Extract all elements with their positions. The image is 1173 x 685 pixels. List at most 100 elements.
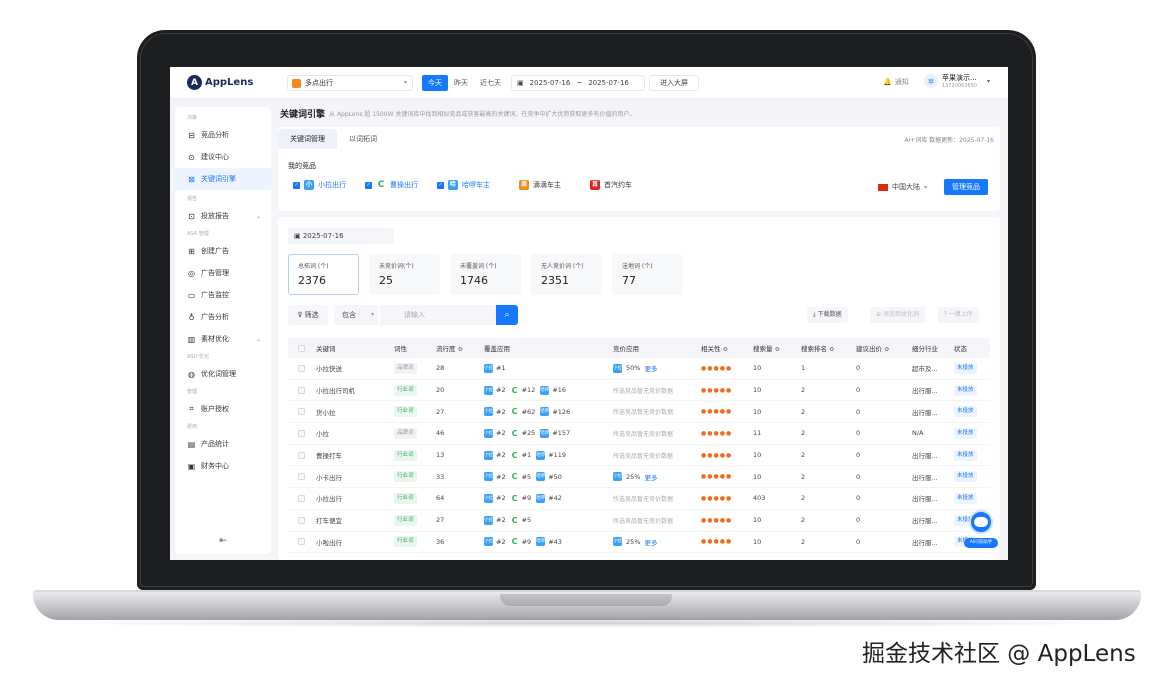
status-cell: 未投放 — [954, 406, 990, 418]
popularity-cell: 27 — [436, 407, 445, 416]
manage-competitors-button[interactable]: 管理竞品 — [944, 179, 988, 195]
bid-app-cell: 所选竞品暂无竞价数据 — [613, 451, 701, 460]
checkbox[interactable] — [298, 386, 305, 394]
checkbox[interactable] — [298, 364, 305, 372]
sidebar-item-label: 关键词引擎 — [201, 175, 236, 183]
checkbox[interactable] — [298, 451, 305, 459]
stat-value: 25 — [379, 274, 393, 287]
big-screen-button[interactable]: 进入大屏 — [649, 75, 699, 91]
column-header[interactable]: 流行度 ≎ — [436, 343, 484, 353]
sidebar-item-label: 广告分析 — [201, 313, 229, 321]
search-button[interactable]: ⌕ — [496, 305, 518, 325]
ai-assistant-button[interactable]: AI问答助手 — [964, 510, 998, 552]
download-button[interactable]: ⤓ 下载数据 — [807, 307, 848, 323]
column-header[interactable]: 相关性 ≎ — [701, 343, 753, 353]
logo[interactable]: A AppLens — [187, 75, 253, 90]
coverage-cell: 小拉 #2 C #9 哈啰 #43 — [484, 537, 613, 547]
competitor-item[interactable]: 滴滴滴车主 — [514, 177, 569, 193]
more-link[interactable]: 更多 — [644, 537, 657, 547]
sidebar-item-product-stats[interactable]: ▤ 产品统计 — [175, 433, 271, 455]
filter-button[interactable]: ⊽ 筛选 — [288, 305, 328, 325]
add-to-optimize-button[interactable]: ⊕ 添加到优化词 — [870, 307, 925, 323]
sidebar-item-finance-center[interactable]: ▣ 财务中心 — [175, 455, 271, 477]
sidebar-item-ad-monitor[interactable]: ▭ 广告监控 — [175, 284, 271, 306]
suggested-bid-cell: 0 — [856, 537, 861, 546]
search-rank-cell: 1 — [801, 364, 806, 373]
keyword-cell: 小拉快送 — [316, 365, 342, 374]
app-icon: C — [511, 407, 518, 417]
table-row[interactable]: 小拉 品牌词 46 小拉 #2 C #25 哈啰 #157 所选竞品暂无竞价数据 ●●●●● 11 2 0… — [288, 423, 990, 445]
sidebar-item-competitor-analysis[interactable]: ⊟ 竞品分析 — [175, 124, 271, 146]
table-row[interactable]: 曹操打车 行业词 13 小拉 #2 C #1 哈啰 #119 所选竞品暂无竞价数据 ●●●●● 10 2… — [288, 445, 990, 467]
stat-nobid[interactable]: 无人竞价词 (个) 2351 — [531, 254, 602, 295]
checkbox[interactable] — [298, 408, 305, 416]
date-tab-today[interactable]: 今天 — [422, 75, 448, 91]
sidebar-item-delivery-report[interactable]: ⊡ 投放报告 ⌄ — [175, 205, 271, 227]
sidebar-item-ad-analysis[interactable]: ♁ 广告分析 — [175, 306, 271, 328]
checkbox[interactable] — [298, 344, 305, 352]
table-row[interactable]: 打车便宜 行业词 27 小拉 #2 C #5 所选竞品暂无竞价数据 ●●●●● 10 2 0 出行服..… — [288, 510, 990, 532]
checkbox[interactable] — [298, 538, 305, 546]
type-cell: 行业词 — [394, 492, 436, 504]
region-select[interactable]: 中国大陆 ▾ — [874, 179, 936, 195]
notification-button[interactable]: 🔔 通知 — [883, 77, 909, 87]
stat-lowland[interactable]: 洼地词 (个) 77 — [612, 254, 683, 295]
sidebar-item-optimize-words[interactable]: ◍ 优化词管理 — [175, 363, 271, 385]
checkbox[interactable] — [298, 473, 305, 481]
type-tag: 行业词 — [394, 406, 417, 418]
app-icon: 小拉 — [613, 472, 622, 482]
tab-keyword-management[interactable]: 关键词管理 — [278, 129, 337, 149]
date-tab-yesterday[interactable]: 昨天 — [448, 75, 474, 91]
stat-uncovered[interactable]: 未覆盖词 (个) 1746 — [450, 254, 521, 295]
stat-total[interactable]: 总拓词 (个) 2376 — [288, 254, 359, 295]
column-header[interactable]: 搜索量 ≎ — [753, 343, 801, 353]
app-icon: 哈啰 — [448, 180, 458, 198]
optimize-icon: ◍ — [188, 369, 195, 379]
tab-expand-keywords[interactable]: 以词拓词 — [337, 129, 389, 149]
sidebar-item-label: 竞品分析 — [201, 131, 229, 139]
sidebar-item-create-ad[interactable]: ⊞ 创建广告 — [175, 240, 271, 262]
no-bid-data: 所选竞品暂无竞价数据 — [613, 387, 674, 395]
competitor-item[interactable]: ✓ 小拉 小拉出行 — [288, 177, 354, 198]
one-click-upload-button[interactable]: ⤒ 一键上传 — [938, 307, 979, 323]
column-header[interactable]: 建议出价 ≎ — [856, 343, 912, 353]
suggested-bid-cell: 0 — [856, 429, 861, 438]
table-row[interactable]: 小拉出行 行业词 64 小拉 #2 C #9 哈啰 #42 所选竞品暂无竞价数据 ●●●●● 403 2… — [288, 488, 990, 510]
competitor-item[interactable]: ✓ C 曹操出行 — [360, 177, 426, 193]
more-link[interactable]: 更多 — [644, 472, 657, 482]
app-select[interactable]: 多点出行 ▾ — [287, 75, 413, 91]
search-input[interactable]: 请输入 — [380, 305, 496, 325]
competitor-item[interactable]: 首首汽约车 — [585, 177, 640, 193]
sidebar-item-account-auth[interactable]: ⌗ 账户授权 — [175, 398, 271, 420]
type-cell: 行业词 — [394, 384, 436, 396]
collapse-icon[interactable]: ⇤ — [175, 536, 271, 546]
user-menu[interactable]: 苹 苹果演示... 13720063650 ▾ — [924, 73, 990, 89]
column-header: 竞价应用 — [613, 345, 639, 353]
app-rank: 哈啰 #50 — [536, 472, 562, 482]
date-picker[interactable]: ▣ 2025-07-16 — [288, 228, 394, 244]
checkbox[interactable] — [298, 429, 305, 437]
coverage-cell: 小拉 #2 C #9 哈啰 #42 — [484, 493, 613, 503]
checkbox[interactable] — [298, 494, 305, 502]
sidebar-item-suggestion-center[interactable]: ⊙ 建议中心 — [175, 146, 271, 168]
table-row[interactable]: 小卡出行 行业词 33 小拉 #2 C #5 哈啰 #50 小拉 25% 更多 ●●●●● 10 2 0 出行服… — [288, 466, 990, 489]
type-tag: 行业词 — [394, 536, 417, 548]
competitor-item[interactable]: ✓ 哈啰 哈啰车主 — [432, 177, 498, 198]
search-volume-cell: 10 — [753, 451, 762, 460]
table-row[interactable]: 货小拉 行业词 27 小拉 #2 C #62 哈啰 #126 所选竞品暂无竞价数据 ●●●●● 10 2… — [288, 401, 990, 424]
sidebar-item-material-optimize[interactable]: ▥ 素材优化 ⌄ — [175, 328, 271, 350]
table-row[interactable]: 小啦出行 行业词 36 小拉 #2 C #9 哈啰 #43 小拉 25% 更多 ●●●●● 10 2 0 出行服… — [288, 532, 990, 554]
date-range-picker[interactable]: ▣ 2025-07-16 ~ 2025-07-16 — [511, 75, 645, 91]
sidebar-item-ad-management[interactable]: ◎ 广告管理 — [175, 262, 271, 284]
table-row[interactable]: 小拉出行司机 行业词 20 小拉 #2 C #12 哈啰 #16 所选竞品暂无竞价数据 ●●●●● 1… — [288, 380, 990, 402]
search-rank-cell: 2 — [801, 516, 806, 525]
stat-unbid[interactable]: 未竞价词(个) 25 — [369, 254, 440, 295]
checkbox[interactable] — [298, 516, 305, 524]
sidebar-item-keyword-engine[interactable]: ⊠ 关键词引擎 — [175, 168, 271, 190]
date-tab-7days[interactable]: 近七天 — [474, 75, 507, 91]
table-row[interactable]: 小拉快送 品牌词 28 小拉 #1 小拉 50% 更多 ●●●●● 10 1 0 超市及... 未投放 — [288, 358, 990, 380]
match-type-select[interactable]: 包含 ▾ — [334, 305, 378, 325]
column-header[interactable]: 搜索排名 ≎ — [801, 343, 856, 353]
app-rank: 哈啰 #119 — [536, 450, 566, 460]
more-link[interactable]: 更多 — [644, 363, 657, 373]
